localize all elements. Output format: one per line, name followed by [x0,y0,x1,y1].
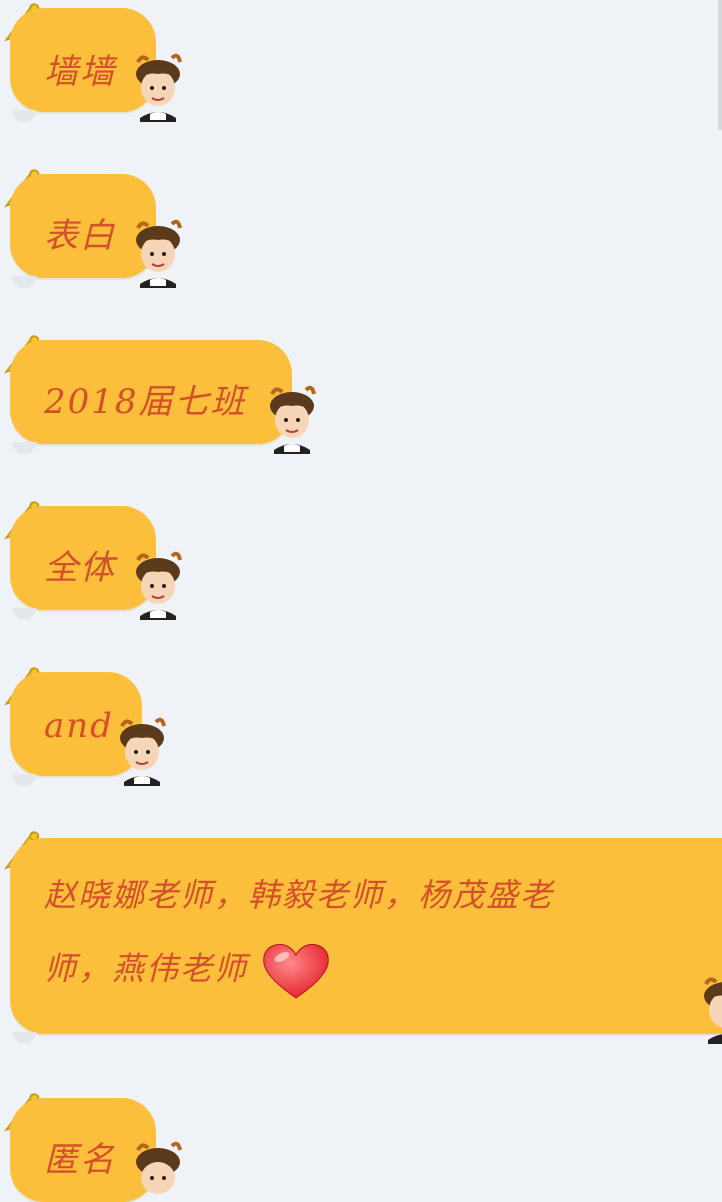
scrollbar[interactable] [718,0,722,130]
message-text-line-2: 师，燕伟老师 [44,940,332,1002]
red-heart-icon [263,943,329,999]
avatar[interactable] [132,1140,184,1194]
avatar[interactable] [132,218,184,288]
avatar[interactable] [132,550,184,620]
bubble-tail [12,442,36,454]
message-text: 师，燕伟老师 [44,949,249,988]
bubble-tail [12,110,36,122]
bubble-tail [12,1032,36,1044]
avatar[interactable] [116,716,168,786]
message-text: and [44,706,114,746]
message-text: 墙墙 [44,52,116,92]
message-text-line-1: 赵晓娜老师，韩毅老师，杨茂盛老 [44,876,555,914]
message-text: 匿名 [44,1140,116,1180]
bubble-tail [12,276,36,288]
message-text: 全体 [44,548,116,588]
message-bubble[interactable]: 2018届七班 [10,340,292,444]
avatar[interactable] [132,52,184,122]
message-text: 表白 [44,216,116,256]
avatar[interactable] [700,974,722,1044]
message-bubble[interactable]: 赵晓娜老师，韩毅老师，杨茂盛老 师，燕伟老师 [10,838,722,1034]
bubble-tail [12,774,36,786]
bubble-tail [12,608,36,620]
avatar[interactable] [266,384,318,454]
message-text: 2018届七班 [44,382,247,422]
